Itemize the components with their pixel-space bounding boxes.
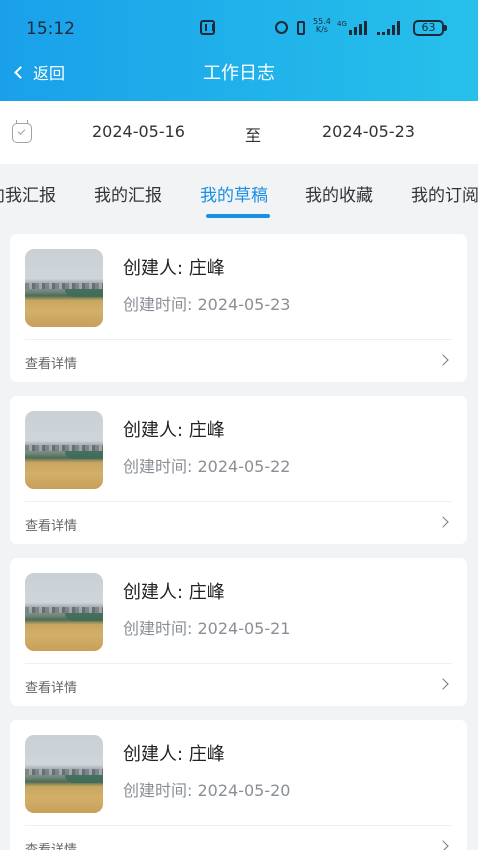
tab-reports-to-me[interactable]: 向我汇报 <box>0 181 56 206</box>
chevron-right-icon[interactable] <box>437 516 449 528</box>
creator: 创建人: 庄峰 <box>123 258 225 279</box>
network-type: 4G <box>337 20 347 28</box>
thumbnail-image <box>25 573 103 651</box>
tab-my-subscriptions[interactable]: 我的订阅 <box>411 181 478 206</box>
view-details-link[interactable]: 查看详情 <box>25 677 77 696</box>
view-details-link[interactable]: 查看详情 <box>25 353 77 372</box>
divider <box>25 825 452 826</box>
date-range-bar[interactable]: 2024-05-16 至 2024-05-23 <box>0 101 478 164</box>
signal-icon <box>377 21 400 35</box>
divider <box>25 501 452 502</box>
divider <box>25 663 452 664</box>
status-time: 15:12 <box>26 19 75 39</box>
chevron-right-icon[interactable] <box>437 354 449 366</box>
start-date[interactable]: 2024-05-16 <box>92 122 185 141</box>
view-details-link[interactable]: 查看详情 <box>25 839 77 850</box>
net-speed: 55.4 K/s <box>313 18 331 34</box>
chevron-right-icon[interactable] <box>437 678 449 690</box>
thumbnail-image <box>25 735 103 813</box>
created-time: 创建时间: 2024-05-21 <box>123 619 291 638</box>
signal-icon <box>349 21 367 35</box>
created-time: 创建时间: 2024-05-22 <box>123 457 291 476</box>
draft-card[interactable]: 创建人: 庄峰 创建时间: 2024-05-21 查看详情 <box>10 558 467 706</box>
nfc-icon <box>200 20 215 35</box>
draft-card[interactable]: 创建人: 庄峰 创建时间: 2024-05-22 查看详情 <box>10 396 467 544</box>
calendar-icon[interactable] <box>12 120 32 143</box>
active-tab-indicator <box>206 214 270 218</box>
tab-bar: 向我汇报 我的汇报 我的草稿 我的收藏 我的订阅 <box>0 164 478 220</box>
battery-icon: 63 <box>413 20 447 36</box>
tab-my-reports[interactable]: 我的汇报 <box>94 181 162 206</box>
tab-my-drafts[interactable]: 我的草稿 <box>200 181 268 206</box>
page-title: 工作日志 <box>203 63 275 84</box>
net-speed-unit: K/s <box>315 25 328 34</box>
created-time: 创建时间: 2024-05-23 <box>123 295 291 314</box>
thumbnail-image <box>25 249 103 327</box>
thumbnail-image <box>25 411 103 489</box>
draft-card[interactable]: 创建人: 庄峰 创建时间: 2024-05-23 查看详情 <box>10 234 467 382</box>
creator: 创建人: 庄峰 <box>123 744 225 765</box>
vibrate-icon <box>297 21 305 35</box>
creator: 创建人: 庄峰 <box>123 420 225 441</box>
date-separator: 至 <box>245 126 262 145</box>
end-date[interactable]: 2024-05-23 <box>322 122 415 141</box>
status-icons: 55.4 K/s 4G 63 <box>275 17 453 39</box>
app-header: 15:12 55.4 K/s 4G 63 返回 工作日志 <box>0 0 478 101</box>
tab-my-favorites[interactable]: 我的收藏 <box>305 181 373 206</box>
divider <box>25 339 452 340</box>
created-time: 创建时间: 2024-05-20 <box>123 781 291 800</box>
status-bar: 15:12 55.4 K/s 4G 63 <box>0 0 478 58</box>
view-details-link[interactable]: 查看详情 <box>25 515 77 534</box>
chevron-right-icon[interactable] <box>437 840 449 850</box>
alarm-icon <box>275 21 288 34</box>
draft-card[interactable]: 创建人: 庄峰 创建时间: 2024-05-20 查看详情 <box>10 720 467 850</box>
creator: 创建人: 庄峰 <box>123 582 225 603</box>
